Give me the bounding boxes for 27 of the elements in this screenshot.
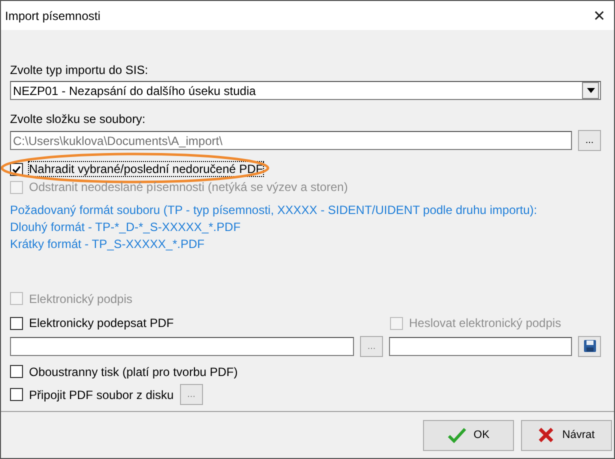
checkbox-label: Oboustranny tisk (platí pro tvorbu PDF) [29,364,238,378]
password-field[interactable] [389,336,572,356]
checkbox-label: Odstranit neodeslané písemnosti (netýká se výzev a storen) [29,180,348,194]
window-title: Import písemnosti [5,8,100,22]
certificate-field[interactable] [10,336,354,356]
checkbox-label: Heslovat elektronický podpis [409,316,562,330]
checkbox[interactable] [10,388,23,401]
browse-button[interactable]: ... [578,130,601,151]
cancel-button[interactable]: Návrat [521,420,612,450]
ok-button[interactable]: OK [423,420,514,450]
format-info-text: Dlouhý formát - TP-*_D-*_S-XXXXX_*.PDF [10,218,242,236]
close-button[interactable]: ✕ [593,6,606,24]
folder-path-field[interactable]: C:\Users\kuklova\Documents\A_import\ [10,131,572,150]
checkbox[interactable] [10,365,23,378]
field-label: Zvolte typ importu do SIS: [10,63,150,77]
format-info-text: Krátky formát - TP_S-XXXXX_*.PDF [10,236,206,252]
checkbox-label: Elektronický podpis [29,292,132,306]
check-icon [448,427,466,443]
import-type-dropdown[interactable]: NEZP01 - Nezapsání do dalšího úseku studia [10,81,601,100]
field-label: Zvolte složku se soubory: [10,112,146,126]
checkbox-label: Elektronicky podepsat PDF [29,316,174,330]
checkbox-label: Nahradit vybrané/poslední nedoručené PDF [29,162,264,176]
cross-icon [538,427,554,443]
save-button[interactable] [578,336,601,356]
checkbox[interactable] [10,316,23,330]
checkbox-label: Připojit PDF soubor z disku [29,388,174,402]
format-info-text: Požadovaný formát souboru (TP - typ písemnosti, XXXXX - SIDENT/UIDENT podle druhu importu): [10,202,538,218]
